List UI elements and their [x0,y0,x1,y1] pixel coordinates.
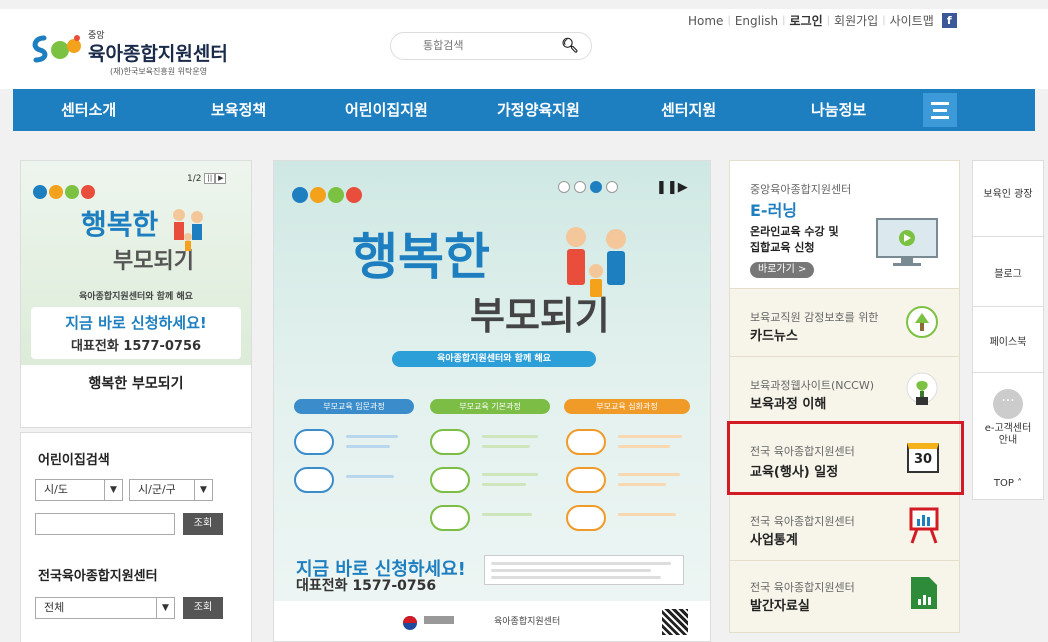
daycare-search-title: 어린이집검색 [38,453,110,468]
slide-indicators [558,181,618,193]
daycare-name-input[interactable] [35,513,175,535]
stage-advanced: 부모교육 심화과정 [564,399,690,414]
service-sub: 중앙육아종합지원센터 [750,183,852,196]
search-icon[interactable]: 🔍︎ [561,38,579,54]
chat-bubble-icon: ··· [993,389,1023,419]
search-panel: 어린이집검색 시/도 ▼ 시/군/구 ▼ 조회 전국육아종합지원센터 전체 ▼ 조회 [20,432,252,642]
government-emblem-icon [403,616,417,630]
service-title: 발간자료실 [750,599,810,614]
program-circles-icon [292,187,362,203]
stage-intro: 부모교육 입문과정 [294,399,414,414]
service-title: 카드뉴스 [750,329,798,344]
center-select[interactable]: 전체 ▼ [35,597,175,619]
slide-dot-active[interactable] [590,181,602,193]
list-menu-icon[interactable] [923,93,957,127]
document-icon [911,577,937,609]
center-search-title: 전국육아종합지원센터 [38,569,158,584]
service-desc-2: 집합교육 신청 [750,241,815,254]
service-sub: 전국 육아종합지원센터 [750,581,855,594]
nav-item-childcare-policy[interactable]: 보육정책 [211,99,266,120]
main-poster[interactable]: ❚❚▶ 행복한 부모되기 육아종합지원센터와 함께 해요 부모교육 입문과정 부… [273,160,711,642]
program-circles-icon [33,185,95,199]
family-illustration-icon [566,227,626,297]
login-link[interactable]: 로그인 [790,12,823,29]
banner-tagline: 육아종합지원센터와 함께 해요 [79,292,193,302]
highlight-box [727,421,964,495]
chevron-up-icon: ˄ [1017,478,1023,489]
slide-dot[interactable] [606,181,618,193]
service-card-news[interactable]: 보육교직원 감정보호를 위한 카드뉴스 [729,289,960,357]
nav-item-daycare-support[interactable]: 어린이집지원 [345,99,428,120]
tree-badge-icon [906,306,938,338]
poster-footer: 육아종합지원센터 [274,601,710,641]
poster-heading-1: 행복한 [352,228,490,286]
service-title: 보육과정 이해 [750,397,827,412]
chart-board-icon [909,507,939,544]
center-search-button[interactable]: 조회 [183,597,223,619]
quick-link-blog[interactable]: 블로그 [973,237,1043,307]
poster-info-box [484,555,684,585]
quick-link-facebook[interactable]: 페이스북 [973,307,1043,373]
service-desc-1: 온라인교육 수강 및 [750,225,839,238]
nav-item-center-intro[interactable]: 센터소개 [61,99,116,120]
banner-pager: 1/2 || ▶ [187,173,227,184]
shortcut-button[interactable]: 바로가기 > [750,262,815,278]
logo-mark-icon [32,35,81,63]
main-nav: 센터소개 보육정책 어린이집지원 가정양육지원 센터지원 나눔정보 [13,89,1035,131]
signup-link[interactable]: 회원가입 [834,12,878,29]
banner-heading-1: 행복한 [81,208,159,241]
nav-item-center-support[interactable]: 센터지원 [661,99,716,120]
sido-select[interactable]: 시/도 ▼ [35,479,123,501]
promo-banner-image: 1/2 || ▶ 행복한 부모되기 육아종합지원센터와 함께 해요 지금 바로 신… [21,161,251,365]
service-title: 사업통계 [750,533,798,548]
service-sub: 전국 육아종합지원센터 [750,515,855,528]
search-input[interactable] [423,39,563,52]
sitemap-link[interactable]: 사이트맵 [890,12,934,29]
service-statistics[interactable]: 전국 육아종합지원센터 사업통계 [729,493,960,561]
nav-item-home-parenting[interactable]: 가정양육지원 [497,99,580,120]
service-sub: 보육과정웹사이트(NCCW) [750,379,875,392]
logo-subtext: (재)한국보육진흥원 위탁운영 [110,67,208,76]
sigungu-select[interactable]: 시/군/구 ▼ [129,479,213,501]
pause-icon[interactable]: || [204,173,216,184]
banner-cta-box: 지금 바로 신청하세요! 대표전화 1577-0756 [31,307,241,359]
home-link[interactable]: Home [688,14,723,28]
stage-basic: 부모교육 기본과정 [430,399,550,414]
slide-pause-play-icon[interactable]: ❚❚▶ [656,180,688,195]
daycare-search-button[interactable]: 조회 [183,513,223,535]
back-to-top-button[interactable]: TOP ˄ [972,467,1044,500]
service-sub: 보육교직원 감정보호를 위한 [750,311,879,324]
next-icon[interactable]: ▶ [215,173,227,184]
service-publications[interactable]: 전국 육아종합지원센터 발간자료실 [729,561,960,633]
banner-cta: 지금 바로 신청하세요! [65,314,207,332]
poster-phone: 대표전화 1577-0756 [296,578,437,594]
poster-footer-org: 육아종합지원센터 [494,617,561,627]
banner-phone: 대표전화 1577-0756 [70,339,202,354]
banner-title: 행복한 부모되기 [88,376,184,392]
utility-links: Home | English | 로그인 | 회원가입 | 사이트맵 f [688,12,957,29]
chevron-down-icon: ▼ [194,480,212,500]
logo-name: 육아종합지원센터 [88,43,228,65]
service-title: E-러닝 [750,201,798,220]
poster-tagline: 육아종합지원센터와 함께 해요 [392,351,596,367]
facebook-icon[interactable]: f [941,13,957,28]
global-search: 🔍︎ [390,32,592,60]
family-illustration-icon [173,209,203,251]
chevron-down-icon: ▼ [104,480,122,500]
promo-banner[interactable]: 1/2 || ▶ 행복한 부모되기 육아종합지원센터와 함께 해요 지금 바로 신… [20,160,252,428]
qr-code-icon [662,609,688,635]
plant-icon [906,372,938,405]
slide-dot[interactable] [574,181,586,193]
slide-dot[interactable] [558,181,570,193]
english-link[interactable]: English [735,14,778,28]
quick-link-customer-center[interactable]: ··· e-고객센터안내 [973,373,1043,467]
quick-links: 보육인 광장 블로그 페이스북 ··· e-고객센터안내 [972,160,1044,500]
monitor-icon [876,218,938,266]
service-elearning[interactable]: 중앙육아종합지원센터 E-러닝 온라인교육 수강 및 집합교육 신청 바로가기 … [729,160,960,289]
chevron-down-icon: ▼ [156,598,174,618]
nav-item-sharing-info[interactable]: 나눔정보 [811,99,866,120]
quick-link-childcare-plaza[interactable]: 보육인 광장 [973,161,1043,237]
service-curriculum[interactable]: 보육과정웹사이트(NCCW) 보육과정 이해 [729,357,960,423]
